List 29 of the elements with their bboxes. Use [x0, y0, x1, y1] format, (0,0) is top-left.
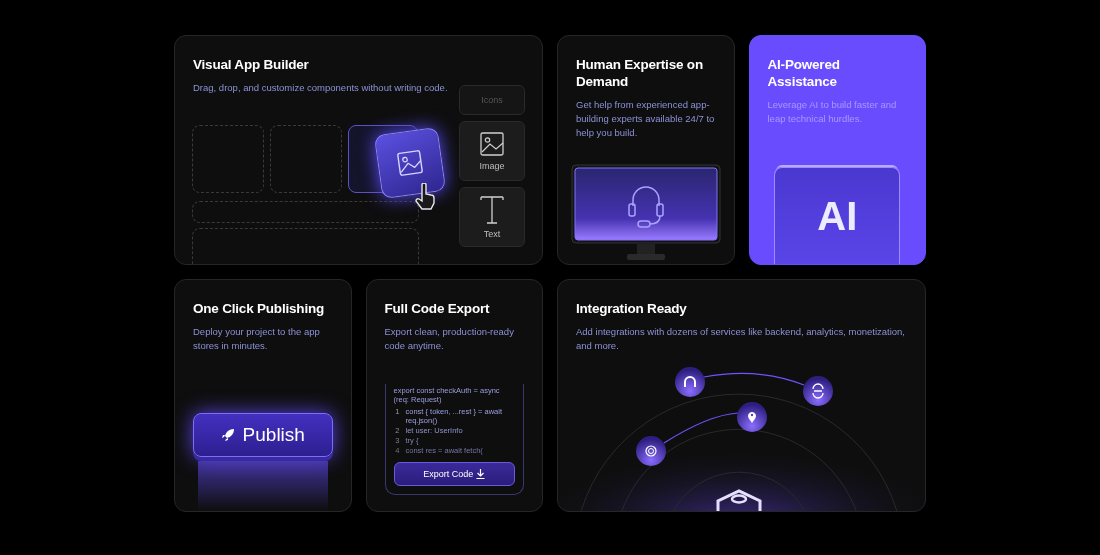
ai-chip: AI	[774, 167, 901, 264]
image-icon	[395, 148, 425, 178]
card-description: Leverage AI to build faster and leap technical hurdles.	[767, 98, 898, 126]
card-title: Integration Ready	[576, 300, 688, 317]
card-description: Add integrations with dozens of services like backend, analytics, monetization, and more.	[576, 325, 906, 353]
card-title: Visual App Builder	[193, 56, 310, 73]
component-tile[interactable]: Image	[459, 121, 525, 181]
rocket-icon	[220, 428, 235, 442]
card-title: One Click Publishing	[193, 300, 326, 317]
pointer-hand-icon	[413, 183, 437, 211]
card-description: Get help from experienced app-building experts available 24/7 to help you build.	[576, 98, 716, 140]
card-title: Full Code Export	[384, 300, 491, 317]
card-description: Export clean, production-ready code anytime.	[384, 325, 515, 353]
database-icon	[716, 489, 762, 511]
service-node	[636, 436, 666, 466]
drop-zone	[192, 125, 264, 193]
export-code-button[interactable]: Export Code	[393, 462, 515, 486]
service-node	[675, 367, 705, 397]
card-title: AI-Powered Assistance	[767, 56, 841, 90]
card-description: Deploy your project to the app stores in minutes.	[193, 325, 321, 353]
image-icon	[479, 131, 505, 157]
component-tile[interactable]: Text	[459, 187, 525, 247]
card-title: Human Expertise on Demand	[576, 56, 704, 90]
service-node	[803, 376, 833, 406]
service-node	[737, 402, 767, 432]
download-icon	[476, 469, 486, 479]
drop-zone	[270, 125, 342, 193]
card-description: Drag, drop, and customize components without writing code.	[193, 81, 449, 95]
text-icon	[479, 195, 505, 225]
